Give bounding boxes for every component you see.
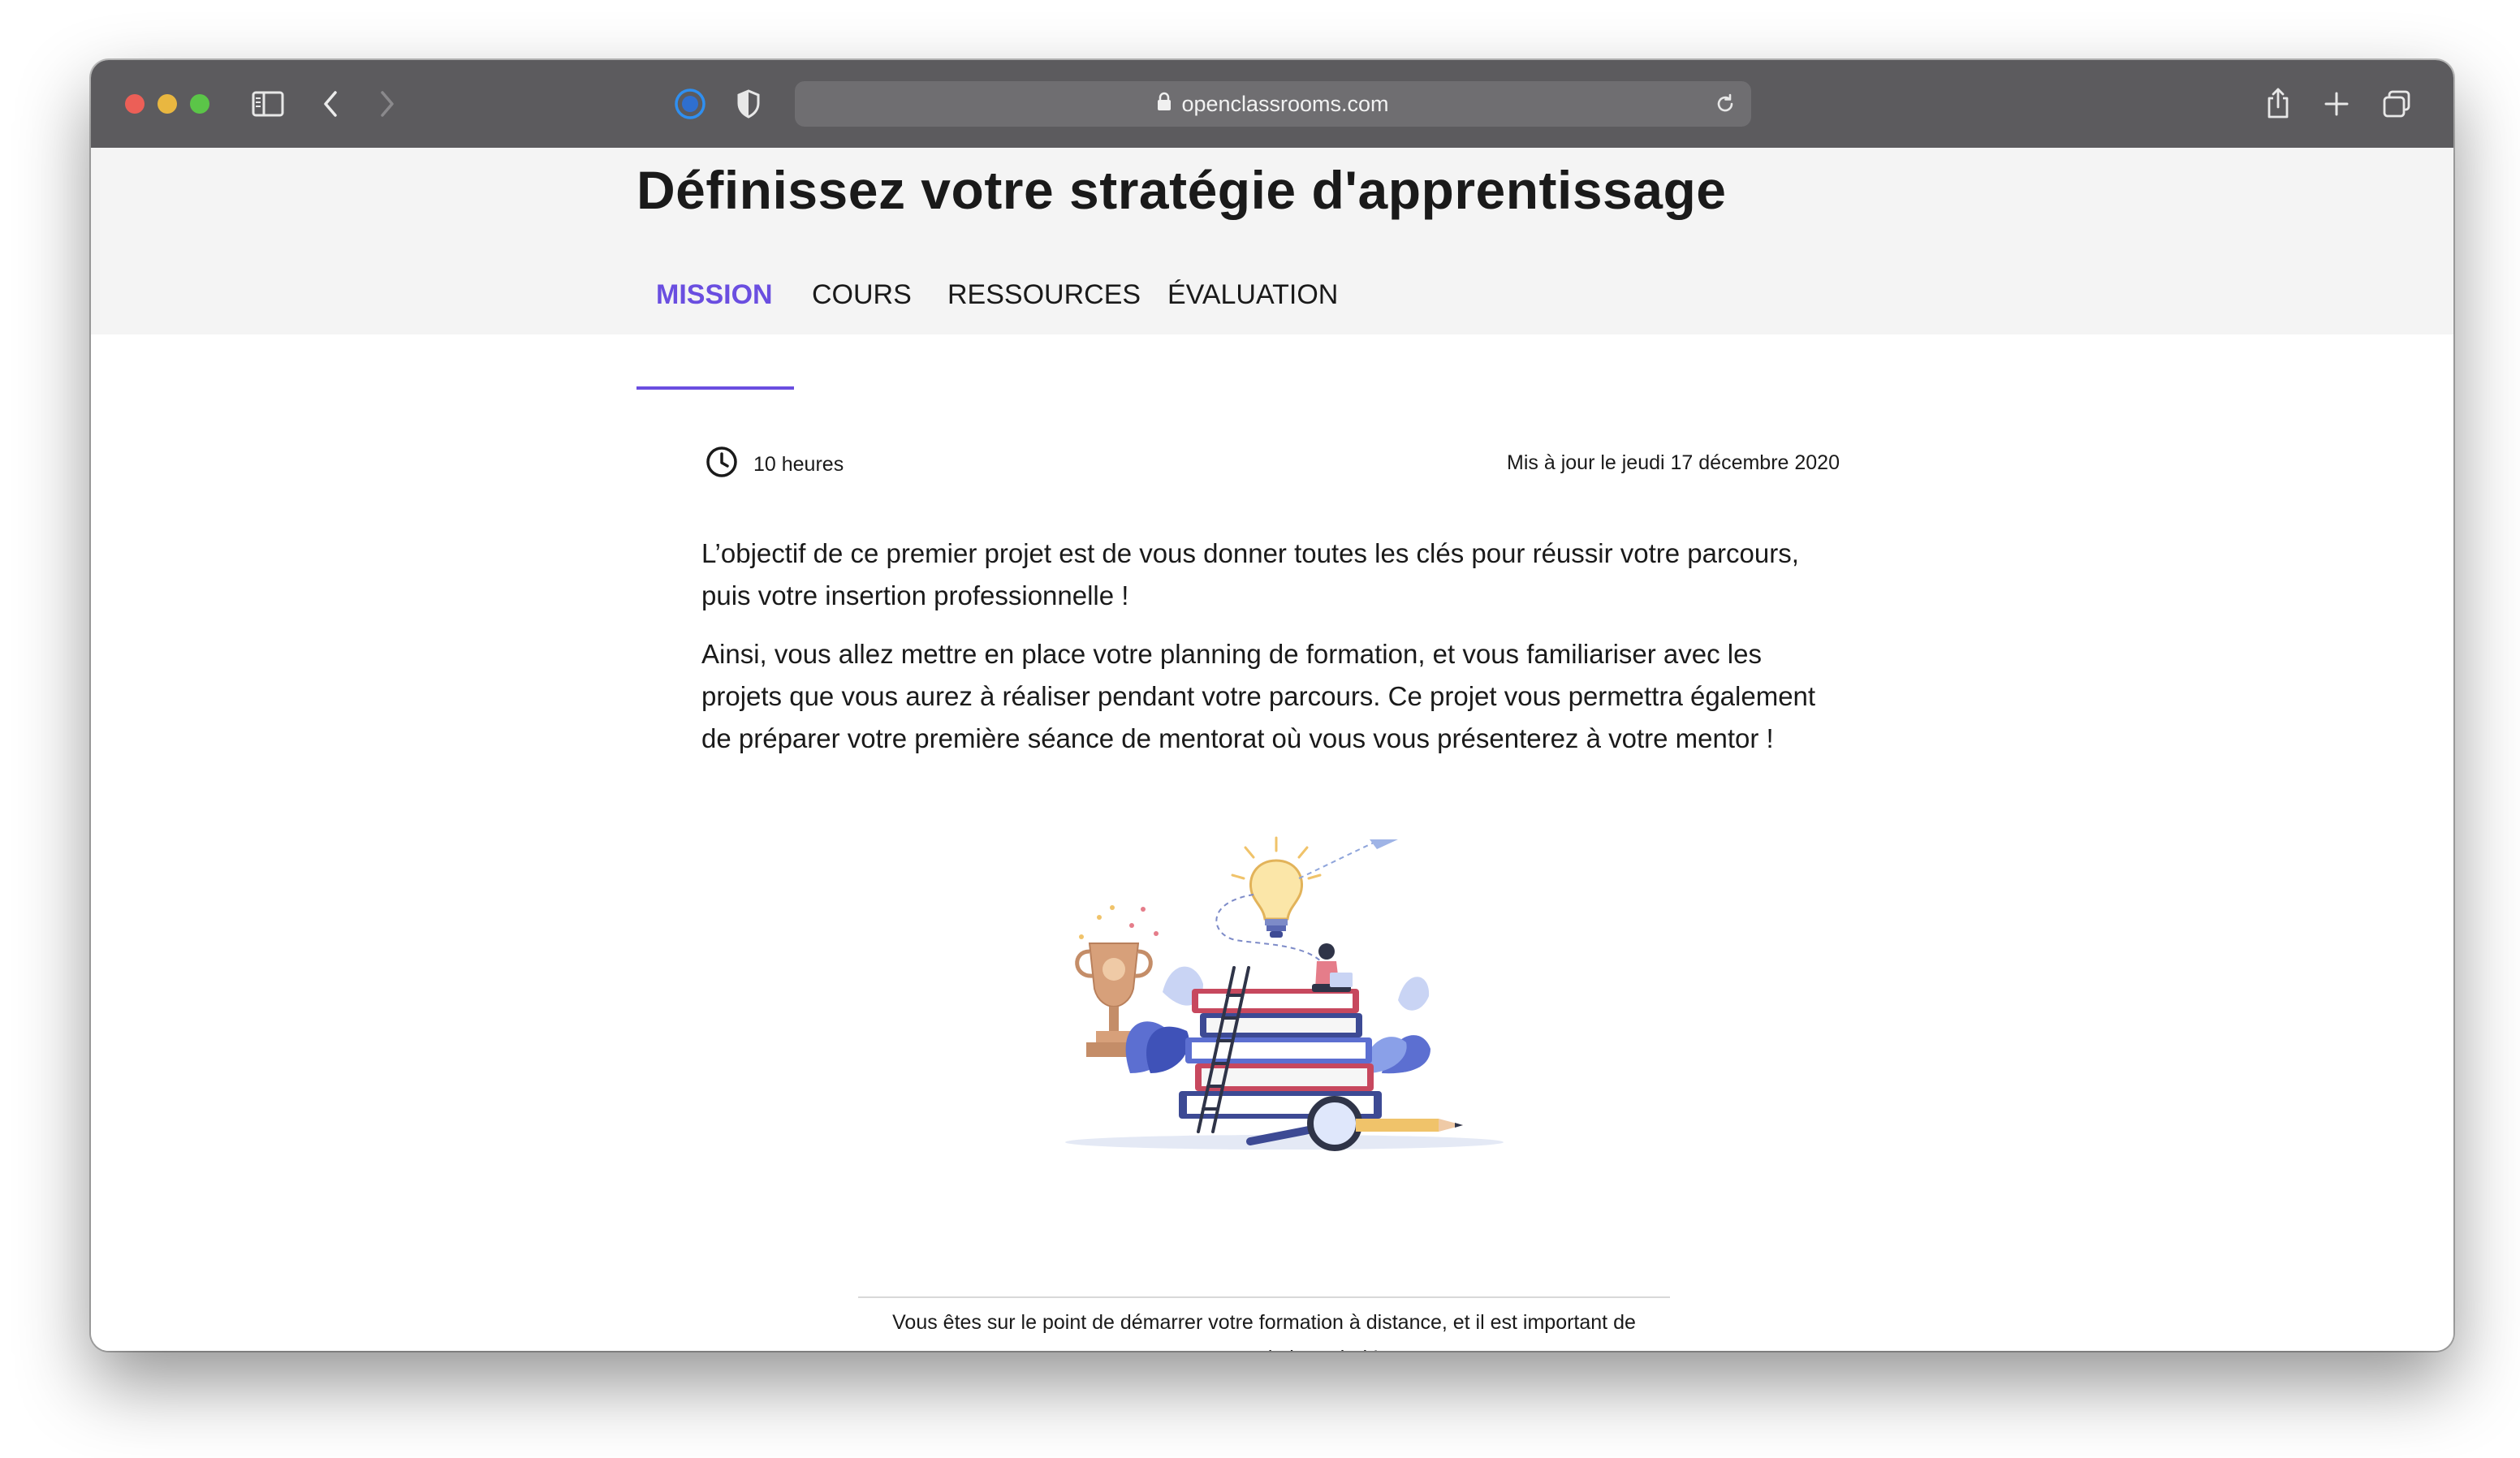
new-tab-plus-icon[interactable] xyxy=(2320,88,2353,120)
book-stack-icon xyxy=(1179,989,1382,1119)
share-icon[interactable] xyxy=(2262,84,2294,122)
clock-icon xyxy=(705,445,739,485)
intro-paragraph: L’objectif de ce premier projet est de v… xyxy=(701,538,1799,610)
duration: 10 heures xyxy=(705,445,844,485)
close-window-button[interactable] xyxy=(125,94,145,114)
url-text: openclassrooms.com xyxy=(1181,92,1389,116)
privacy-extension-icon[interactable] xyxy=(672,86,708,122)
forward-arrow-icon[interactable] xyxy=(373,88,401,120)
back-arrow-icon[interactable] xyxy=(317,88,344,120)
active-tab-indicator xyxy=(636,386,794,390)
mission-paragraph: Ainsi, vous allez mettre en place votre … xyxy=(701,639,1816,753)
caption-divider xyxy=(858,1296,1670,1298)
illustration-caption: Vous êtes sur le point de démarrer votre… xyxy=(892,1311,1636,1351)
reload-icon[interactable] xyxy=(1711,89,1740,119)
tab-mission[interactable]: MISSION xyxy=(656,274,773,327)
shield-icon[interactable] xyxy=(732,86,765,122)
duration-text: 10 heures xyxy=(753,453,844,476)
minimize-window-button[interactable] xyxy=(158,94,177,114)
tab-evaluation[interactable]: ÉVALUATION xyxy=(1167,274,1338,327)
sidebar-toggle-icon[interactable] xyxy=(250,88,286,120)
page-content: Définissez votre stratégie d'apprentissa… xyxy=(91,148,2453,1351)
learning-illustration xyxy=(1065,836,1504,1151)
person-reading-icon xyxy=(1312,943,1353,992)
browser-window: openclassrooms.com Définissez votre stra… xyxy=(91,60,2453,1351)
tab-overview-icon[interactable] xyxy=(2379,86,2414,122)
address-bar[interactable]: openclassrooms.com xyxy=(795,81,1751,127)
lightbulb-icon xyxy=(1231,836,1322,938)
paper-plane-icon xyxy=(1370,839,1398,849)
tab-ressources[interactable]: RESSOURCES xyxy=(947,274,1141,327)
maximize-window-button[interactable] xyxy=(190,94,209,114)
lock-icon xyxy=(1157,81,1172,127)
tab-cours[interactable]: COURS xyxy=(812,274,912,327)
page-title: Définissez votre stratégie d'apprentissa… xyxy=(636,160,1727,220)
pencil-icon xyxy=(1356,1119,1463,1132)
browser-toolbar: openclassrooms.com xyxy=(91,60,2453,149)
updated-date: Mis à jour le jeudi 17 décembre 2020 xyxy=(1507,451,1840,474)
